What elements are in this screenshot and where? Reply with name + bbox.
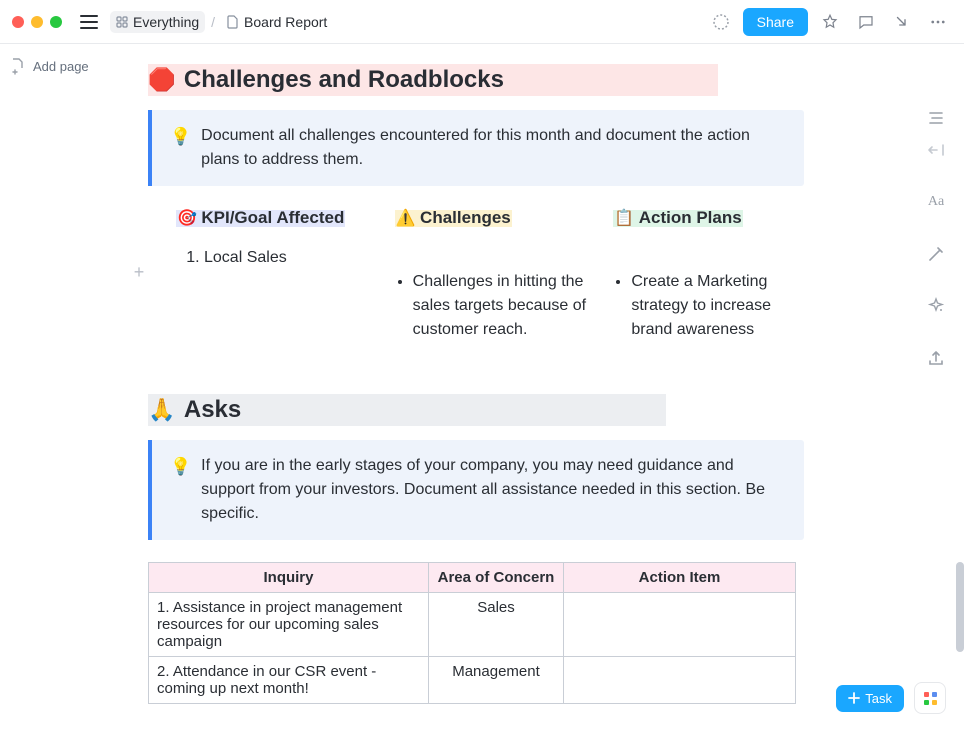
grid-icon: [116, 16, 128, 28]
minimize-window-button[interactable]: [31, 16, 43, 28]
lightbulb-icon: 💡: [170, 454, 191, 526]
sidebar: Add page: [0, 44, 118, 732]
column-actions-title: Action Plans: [639, 208, 742, 227]
table-header-area: Area of Concern: [429, 563, 564, 593]
scrollbar-thumb[interactable]: [956, 562, 964, 652]
favorite-button[interactable]: [816, 8, 844, 36]
download-button[interactable]: [888, 8, 916, 36]
lightbulb-icon: 💡: [170, 124, 191, 172]
table-header-action: Action Item: [564, 563, 796, 593]
export-icon: [927, 349, 945, 367]
kpi-item[interactable]: Local Sales: [204, 246, 371, 270]
maximize-window-button[interactable]: [50, 16, 62, 28]
comments-button[interactable]: [852, 8, 880, 36]
pending-status-button[interactable]: [707, 8, 735, 36]
window-controls: [12, 16, 62, 28]
add-page-icon: [10, 58, 25, 75]
actions-item[interactable]: Create a Marketing strategy to increase …: [631, 270, 808, 342]
new-task-label: Task: [865, 691, 892, 706]
add-page-button[interactable]: Add page: [10, 58, 108, 75]
document-body[interactable]: 🛑 Challenges and Roadblocks 💡 Document a…: [118, 44, 908, 732]
challenges-callout: 💡 Document all challenges encountered fo…: [148, 110, 804, 186]
wand-icon: [927, 245, 945, 263]
cell-inquiry[interactable]: 2. Attendance in our CSR event - coming …: [149, 657, 429, 704]
download-arrow-icon: [893, 13, 911, 31]
more-options-button[interactable]: [924, 8, 952, 36]
breadcrumb-page[interactable]: Board Report: [221, 11, 333, 33]
plus-icon: [848, 692, 860, 704]
breadcrumb-root[interactable]: Everything: [110, 11, 205, 33]
topbar: Everything / Board Report Share: [0, 0, 964, 44]
challenges-callout-text: Document all challenges encountered for …: [201, 124, 786, 172]
breadcrumb: Everything / Board Report: [110, 11, 333, 33]
export-button[interactable]: [922, 344, 950, 372]
section-challenges-title: Challenges and Roadblocks: [184, 66, 504, 93]
cell-inquiry[interactable]: 1. Assistance in project management reso…: [149, 593, 429, 657]
section-asks-title: Asks: [184, 396, 241, 423]
column-kpi: 🎯 KPI/Goal Affected Local Sales: [176, 208, 371, 348]
breadcrumb-separator: /: [211, 14, 215, 30]
column-kpi-title: KPI/Goal Affected: [201, 208, 344, 227]
cell-area[interactable]: Sales: [429, 593, 564, 657]
cell-action[interactable]: [564, 657, 796, 704]
chat-icon: [857, 13, 875, 31]
share-button[interactable]: Share: [743, 8, 808, 36]
collapse-rail-button[interactable]: [922, 136, 950, 164]
add-page-label: Add page: [33, 59, 89, 74]
cell-area[interactable]: Management: [429, 657, 564, 704]
column-challenges: ⚠️ Challenges Challenges in hitting the …: [395, 208, 590, 348]
ellipsis-icon: [929, 13, 947, 31]
section-challenges-header: 🛑 Challenges and Roadblocks: [148, 64, 848, 96]
add-block-button[interactable]: +: [130, 262, 148, 283]
menu-toggle-button[interactable]: [76, 9, 102, 35]
outline-button[interactable]: [922, 104, 950, 132]
target-emoji: 🎯: [177, 210, 197, 227]
table-row[interactable]: 1. Assistance in project management reso…: [149, 593, 796, 657]
star-icon: [821, 13, 839, 31]
challenges-item[interactable]: Challenges in hitting the sales targets …: [413, 270, 590, 342]
challenges-columns: + 🎯 KPI/Goal Affected Local Sales ⚠️ Cha…: [148, 208, 808, 348]
dashed-circle-icon: [711, 12, 731, 32]
breadcrumb-page-label: Board Report: [244, 14, 327, 30]
ai-suggest-button[interactable]: [922, 240, 950, 268]
document-icon: [227, 15, 239, 29]
table-row[interactable]: 2. Attendance in our CSR event - coming …: [149, 657, 796, 704]
hamburger-icon: [80, 15, 98, 29]
table-header-inquiry: Inquiry: [149, 563, 429, 593]
sparkle-icon: [927, 297, 945, 315]
column-actions: 📋 Action Plans Create a Marketing strate…: [613, 208, 808, 348]
stop-sign-emoji: 🛑: [148, 67, 175, 92]
asks-table: Inquiry Area of Concern Action Item 1. A…: [148, 562, 796, 704]
apps-grid-icon: [924, 692, 937, 705]
ai-sparkle-button[interactable]: [922, 292, 950, 320]
floating-actions: Task: [836, 682, 946, 714]
clipboard-emoji: 📋: [614, 210, 634, 227]
collapse-arrow-icon: [927, 144, 945, 156]
outline-icon: [927, 111, 945, 125]
section-asks-header: 🙏 Asks: [148, 394, 848, 426]
text-style-button[interactable]: Aa: [922, 188, 950, 216]
column-challenges-title: Challenges: [420, 208, 511, 227]
apps-button[interactable]: [914, 682, 946, 714]
warning-emoji: ⚠️: [396, 210, 416, 227]
asks-callout-text: If you are in the early stages of your c…: [201, 454, 786, 526]
new-task-button[interactable]: Task: [836, 685, 904, 712]
breadcrumb-root-label: Everything: [133, 14, 199, 30]
asks-callout: 💡 If you are in the early stages of your…: [148, 440, 804, 540]
pray-emoji: 🙏: [148, 397, 175, 422]
cell-action[interactable]: [564, 593, 796, 657]
close-window-button[interactable]: [12, 16, 24, 28]
